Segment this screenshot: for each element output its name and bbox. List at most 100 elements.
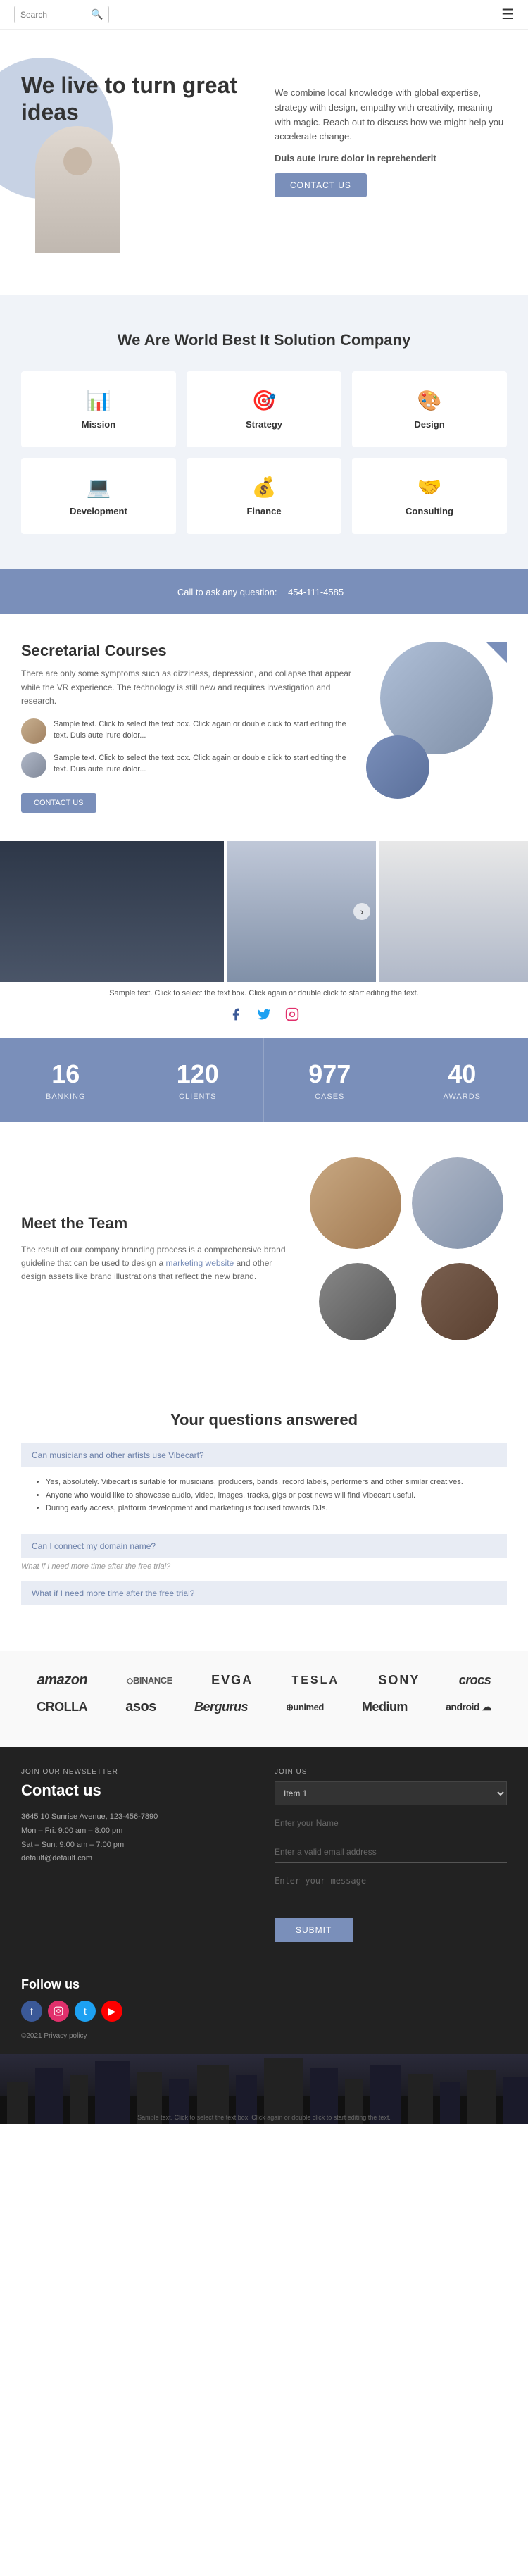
faq-question-1[interactable]: Can musicians and other artists use Vibe…: [21, 1443, 507, 1467]
social-icons: [0, 1004, 528, 1038]
sony-logo: SONY: [378, 1673, 420, 1688]
team-photo-3: [319, 1263, 396, 1340]
faq-item-2: Can I connect my domain name? What if I …: [21, 1534, 507, 1571]
crocs-logo: crocs: [459, 1673, 491, 1688]
stat-clients: 120 CLIENTS: [132, 1038, 265, 1122]
binance-logo: ◇BINANCE: [127, 1675, 172, 1686]
stat-awards: 40 AWARDS: [396, 1038, 528, 1122]
facebook-icon[interactable]: [226, 1004, 246, 1024]
design-label: Design: [363, 419, 496, 430]
testimonial-2-text: Sample text. Click to select the text bo…: [54, 752, 352, 776]
gallery-item-2: ›: [227, 841, 376, 982]
stat-banking-number: 16: [7, 1059, 125, 1089]
gallery: ›: [0, 841, 528, 982]
footer: JOIN OUR NEWSLETTER Contact us 3645 10 S…: [0, 1747, 528, 1977]
services-heading: We Are World Best It Solution Company: [21, 330, 507, 351]
hero-section: We live to turn great ideas We combine l…: [0, 30, 528, 295]
team-marketing-link[interactable]: marketing website: [166, 1258, 234, 1268]
secretarial-right: [366, 642, 507, 813]
footer-address: 3645 10 Sunrise Avenue, 123-456-7890 Mon…: [21, 1810, 253, 1866]
tesla-logo: TESLA: [292, 1674, 339, 1687]
partners-row-2: CROLLA asos Bergurus ⊕unimed Medium andr…: [21, 1699, 507, 1715]
instagram-icon[interactable]: [282, 1004, 302, 1024]
gallery-caption: Sample text. Click to select the text bo…: [0, 982, 528, 1004]
secretarial-contact-button[interactable]: CONTACT US: [21, 793, 96, 813]
design-icon: 🎨: [363, 389, 496, 412]
faq-title: Your questions answered: [21, 1411, 507, 1429]
strategy-icon: 🎯: [197, 389, 331, 412]
footer-contact: JOIN OUR NEWSLETTER Contact us 3645 10 S…: [21, 1768, 253, 1942]
secretarial-title: Secretarial Courses: [21, 642, 352, 660]
stat-clients-label: CLIENTS: [139, 1093, 257, 1101]
medium-logo: Medium: [362, 1700, 408, 1715]
follow-instagram-icon[interactable]: [48, 2001, 69, 2022]
follow-icons: f t ▶: [21, 2001, 507, 2022]
message-input[interactable]: [275, 1870, 507, 1905]
contact-button[interactable]: CONTACT US: [275, 173, 367, 197]
faq-muted-2: What if I need more time after the free …: [21, 1562, 507, 1571]
service-consulting: 🤝 Consulting: [352, 458, 507, 534]
finance-icon: 💰: [197, 475, 331, 499]
team-left: Meet the Team The result of our company …: [21, 1214, 289, 1284]
mission-icon: 📊: [32, 389, 165, 412]
phone-banner: Call to ask any question: 454-111-4585: [0, 569, 528, 614]
search-input[interactable]: [20, 10, 91, 20]
footer-select[interactable]: Item 1: [275, 1781, 507, 1805]
stat-awards-number: 40: [403, 1059, 522, 1089]
search-icon: 🔍: [91, 8, 103, 20]
follow-youtube-icon[interactable]: ▶: [101, 2001, 122, 2022]
gallery-next-arrow[interactable]: ›: [353, 903, 370, 920]
follow-title: Follow us: [21, 1977, 507, 1992]
stats-section: 16 BANKING 120 CLIENTS 977 CASES 40 AWAR…: [0, 1038, 528, 1122]
service-development: 💻 Development: [21, 458, 176, 534]
hamburger-menu[interactable]: ☰: [501, 6, 514, 23]
secretarial-section: Secretarial Courses There are only some …: [0, 614, 528, 841]
team-photo-4: [421, 1263, 498, 1340]
consulting-label: Consulting: [363, 506, 496, 516]
faq-answer-item: Yes, absolutely. Vibecart is suitable fo…: [46, 1476, 496, 1489]
secretarial-left: Secretarial Courses There are only some …: [21, 642, 352, 813]
amazon-logo: amazon: [37, 1672, 87, 1688]
stat-awards-label: AWARDS: [403, 1093, 522, 1101]
email-input[interactable]: [275, 1841, 507, 1863]
team-description: The result of our company branding proce…: [21, 1243, 289, 1284]
finance-label: Finance: [197, 506, 331, 516]
crolla-logo: CROLLA: [37, 1700, 87, 1715]
avatar-1: [21, 718, 46, 744]
secretarial-description: There are only some symptoms such as diz…: [21, 667, 352, 708]
testimonial-1-text: Sample text. Click to select the text bo…: [54, 718, 352, 742]
faq-answer-1: Yes, absolutely. Vibecart is suitable fo…: [21, 1467, 507, 1524]
follow-facebook-icon[interactable]: f: [21, 2001, 42, 2022]
faq-answer-item: During early access, platform developmen…: [46, 1502, 496, 1515]
header: 🔍 ☰: [0, 0, 528, 30]
testimonial-1: Sample text. Click to select the text bo…: [21, 718, 352, 744]
faq-question-3[interactable]: What if I need more time after the free …: [21, 1581, 507, 1605]
gallery-section: › Sample text. Click to select the text …: [0, 841, 528, 1038]
faq-question-2[interactable]: Can I connect my domain name?: [21, 1534, 507, 1558]
team-title: Meet the Team: [21, 1214, 289, 1233]
faq-item-1: Can musicians and other artists use Vibe…: [21, 1443, 507, 1524]
stat-cases: 977 CASES: [264, 1038, 396, 1122]
team-photo-1: [310, 1157, 401, 1249]
android-logo: android ☁: [446, 1701, 491, 1713]
follow-twitter-icon[interactable]: t: [75, 2001, 96, 2022]
stat-cases-label: CASES: [271, 1093, 389, 1101]
copyright: ©2021 Privacy policy: [21, 2032, 507, 2040]
join-label: JOIN US: [275, 1768, 507, 1776]
triangle-decoration: [486, 642, 507, 663]
twitter-icon[interactable]: [254, 1004, 274, 1024]
search-box[interactable]: 🔍: [14, 6, 109, 23]
service-design: 🎨 Design: [352, 371, 507, 447]
submit-button[interactable]: SUBMIT: [275, 1918, 353, 1942]
footer-city-caption: Sample text. Click to select the text bo…: [0, 2114, 528, 2121]
footer-city-image: Sample text. Click to select the text bo…: [0, 2054, 528, 2124]
name-input[interactable]: [275, 1812, 507, 1834]
footer-top: JOIN OUR NEWSLETTER Contact us 3645 10 S…: [21, 1768, 507, 1942]
service-mission: 📊 Mission: [21, 371, 176, 447]
mission-label: Mission: [32, 419, 165, 430]
phone-call-text: Call to ask any question:: [177, 587, 277, 597]
partners-row-1: amazon ◇BINANCE EVGA TESLA SONY crocs: [21, 1672, 507, 1688]
avatar-2: [21, 752, 46, 778]
stat-banking-label: BANKING: [7, 1093, 125, 1101]
development-icon: 💻: [32, 475, 165, 499]
